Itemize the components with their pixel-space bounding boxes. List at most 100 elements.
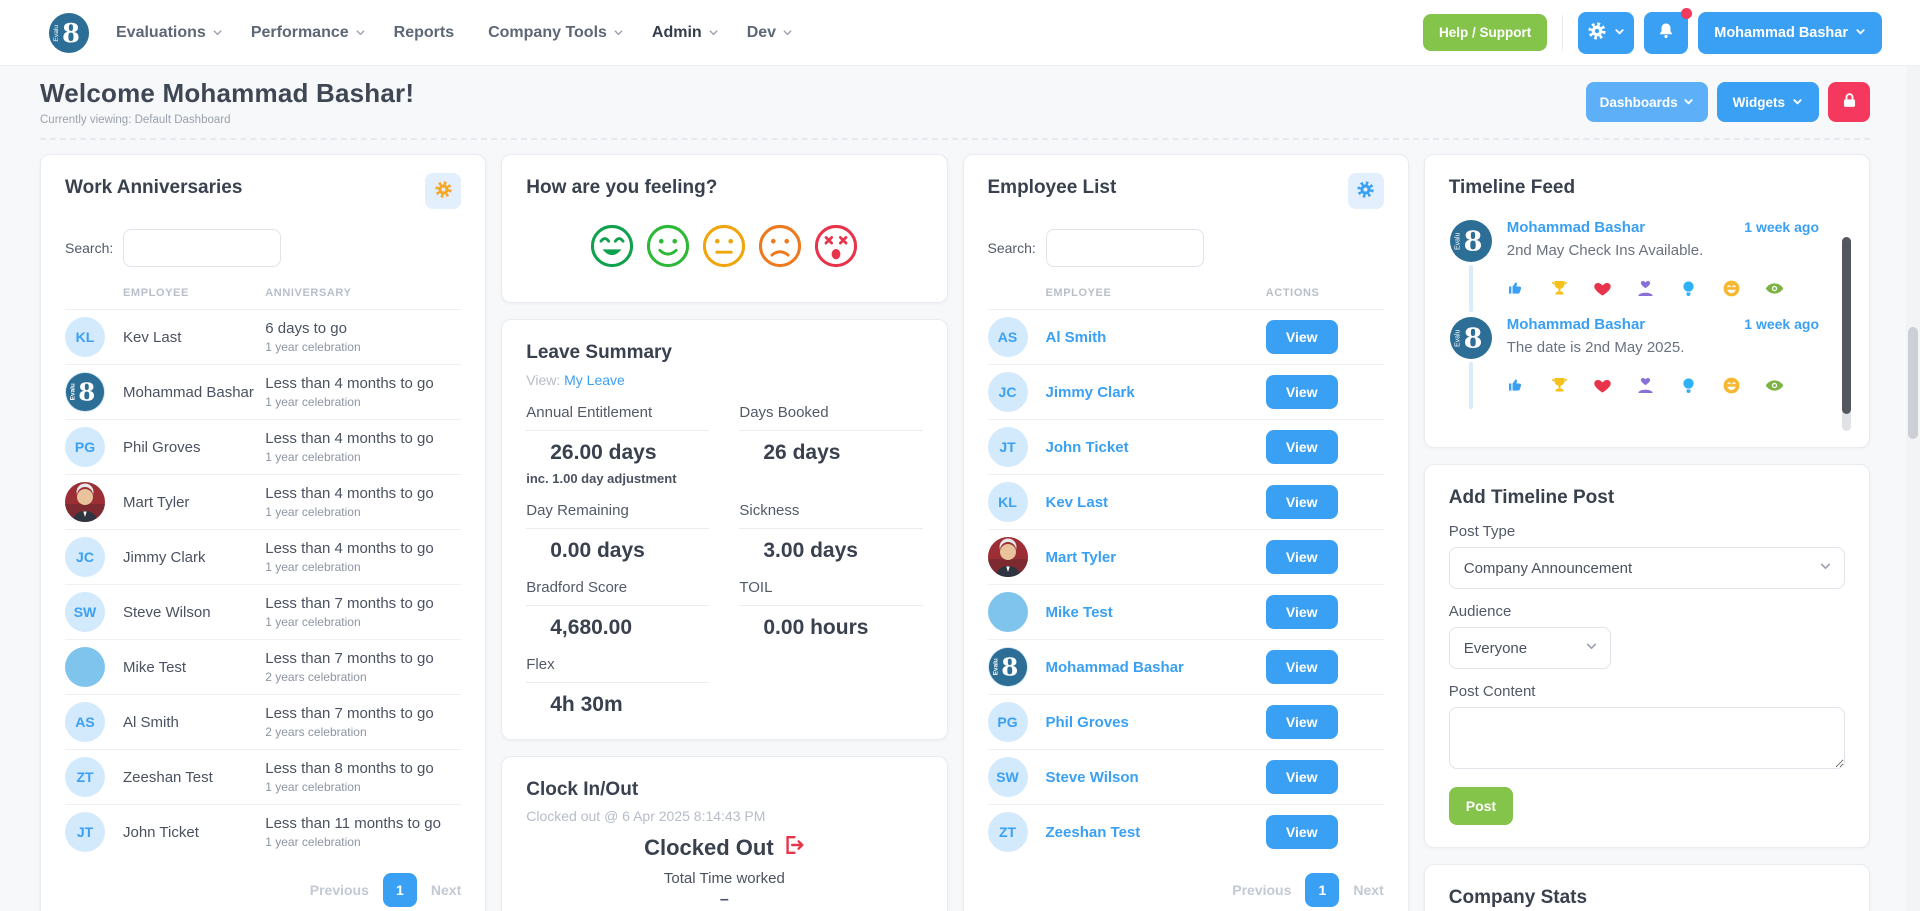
page-1-button[interactable]: 1 [1305, 873, 1340, 907]
thumbs-up-icon[interactable] [1507, 376, 1526, 395]
my-leave-link[interactable]: My Leave [564, 372, 625, 388]
employee-list-card: Employee List Search: EMPLOYEE ACTIONS A… [962, 154, 1409, 911]
grin-icon[interactable] [1722, 279, 1741, 298]
avatar-initials: PG [74, 439, 96, 455]
reactions-bar [1507, 279, 1819, 298]
user-menu-button[interactable]: Mohammad Bashar [1698, 11, 1882, 54]
widgets-button[interactable]: Widgets [1716, 82, 1819, 122]
notifications-button[interactable] [1644, 7, 1693, 54]
heart-icon[interactable] [1593, 376, 1612, 395]
scrollbar-thumb[interactable] [1842, 237, 1851, 414]
next-button[interactable]: Next [431, 882, 461, 898]
employee-name-link[interactable]: Jimmy Clark [1046, 384, 1266, 401]
clock-card: Clock In/Out Clocked out @ 6 Apr 2025 8:… [501, 756, 948, 911]
trophy-icon[interactable] [1550, 279, 1569, 298]
company-stats-card: Company Stats 3 Sites [1423, 864, 1870, 911]
mood-happy-icon[interactable] [645, 223, 691, 274]
post-content-textarea[interactable] [1448, 707, 1845, 769]
chevron-down-icon [1855, 25, 1866, 41]
grin-icon[interactable] [1722, 376, 1741, 395]
post-type-select[interactable]: Company Announcement [1448, 547, 1845, 589]
post-button[interactable]: Post [1448, 787, 1514, 825]
mood-neutral-icon[interactable] [701, 223, 747, 274]
hand-heart-icon[interactable] [1636, 376, 1655, 395]
nav-item[interactable]: Dev [747, 24, 793, 42]
avatar-initials: PG [997, 714, 1018, 730]
table-row: SW Steve Wilson View [987, 749, 1384, 804]
employee-name-link[interactable]: Phil Groves [1046, 714, 1266, 731]
eye-icon[interactable] [1765, 376, 1784, 395]
employee-name-link[interactable]: John Ticket [1046, 439, 1266, 456]
employee-name-link[interactable]: Zeeshan Test [1046, 824, 1266, 841]
trophy-icon[interactable] [1550, 376, 1569, 395]
chevron-down-icon [1683, 95, 1694, 110]
scrollbar-thumb[interactable] [1908, 327, 1918, 439]
view-button[interactable]: View [1265, 320, 1338, 354]
eye-icon[interactable] [1765, 279, 1784, 298]
post-type-value: Company Announcement [1463, 559, 1633, 577]
nav-item[interactable]: Performance [251, 24, 366, 42]
lock-dashboard-button[interactable] [1828, 82, 1870, 122]
employee-name-link[interactable]: Al Smith [1046, 329, 1266, 346]
view-button[interactable]: View [1265, 705, 1338, 739]
hand-heart-icon[interactable] [1636, 279, 1655, 298]
view-button[interactable]: View [1265, 540, 1338, 574]
previous-button[interactable]: Previous [310, 882, 369, 898]
main-menu: Evaluations Performance Reports Company … [116, 24, 793, 42]
anniversary-milestone: 1 year celebration [265, 780, 361, 794]
dashboards-button[interactable]: Dashboards [1585, 82, 1708, 122]
search-input[interactable] [123, 229, 282, 267]
settings-menu-button[interactable] [1578, 11, 1635, 54]
svg-text:Evalu: Evalu [70, 383, 77, 400]
employee-name-link[interactable]: Kev Last [1046, 494, 1266, 511]
next-button[interactable]: Next [1353, 882, 1383, 898]
avatar-initials: ZT [998, 824, 1017, 840]
mood-sad-icon[interactable] [757, 223, 803, 274]
widgets-label: Widgets [1732, 94, 1785, 110]
employee-name: Phil Groves [123, 438, 201, 456]
lightbulb-icon[interactable] [1679, 376, 1698, 395]
view-button[interactable]: View [1265, 595, 1338, 629]
employee-name-link[interactable]: Mohammad Bashar [1046, 659, 1266, 676]
employee-name-link[interactable]: Mart Tyler [1046, 549, 1266, 566]
heart-icon[interactable] [1593, 279, 1612, 298]
search-input[interactable] [1045, 229, 1204, 267]
view-button[interactable]: View [1265, 760, 1338, 794]
employee-list-settings-button[interactable] [1347, 173, 1384, 209]
previous-button[interactable]: Previous [1232, 882, 1291, 898]
view-button[interactable]: View [1265, 815, 1338, 849]
work-anniversaries-settings-button[interactable] [425, 173, 462, 209]
table-row: PG Phil Groves Less than 4 months to go … [65, 419, 462, 474]
lightbulb-icon[interactable] [1679, 279, 1698, 298]
post-author-link[interactable]: Mohammad Bashar [1507, 219, 1645, 236]
page-1-button[interactable]: 1 [382, 873, 417, 907]
view-button[interactable]: View [1265, 375, 1338, 409]
stat-value: 0.00 days [550, 539, 645, 562]
stat-value: 0.00 hours [763, 616, 869, 639]
employee-name-link[interactable]: Steve Wilson [1046, 769, 1266, 786]
view-button[interactable]: View [1265, 650, 1338, 684]
anniversary-when: Less than 4 months to go [265, 540, 434, 557]
nav-item[interactable]: Admin [652, 24, 719, 42]
total-time-value: – [719, 891, 729, 908]
svg-text:Evalu: Evalu [53, 24, 60, 41]
table-row: JT John Ticket View [987, 419, 1384, 474]
avatar-initials: AS [997, 329, 1018, 345]
view-button[interactable]: View [1265, 430, 1338, 464]
gear-icon [434, 180, 453, 202]
evalu8-logo[interactable]: 8 Evalu [48, 12, 90, 54]
table-row: KL Kev Last 6 days to go 1 year celebrat… [65, 309, 462, 364]
nav-item[interactable]: Company Tools [488, 24, 624, 42]
mood-very-sad-icon[interactable] [813, 223, 859, 274]
post-author-link[interactable]: Mohammad Bashar [1507, 316, 1645, 333]
employee-name-link[interactable]: Mike Test [1046, 604, 1266, 621]
mood-very-happy-icon[interactable] [589, 223, 635, 274]
view-button[interactable]: View [1265, 485, 1338, 519]
nav-item[interactable]: Reports [394, 24, 460, 42]
help-support-button[interactable]: Help / Support [1422, 14, 1548, 51]
audience-select[interactable]: Everyone [1448, 627, 1611, 669]
thumbs-up-icon[interactable] [1507, 279, 1526, 298]
leave-stat: Flex 4h 30m [526, 656, 710, 717]
nav-item[interactable]: Evaluations [116, 24, 223, 42]
table-header: EMPLOYEE ACTIONS [988, 279, 1384, 309]
